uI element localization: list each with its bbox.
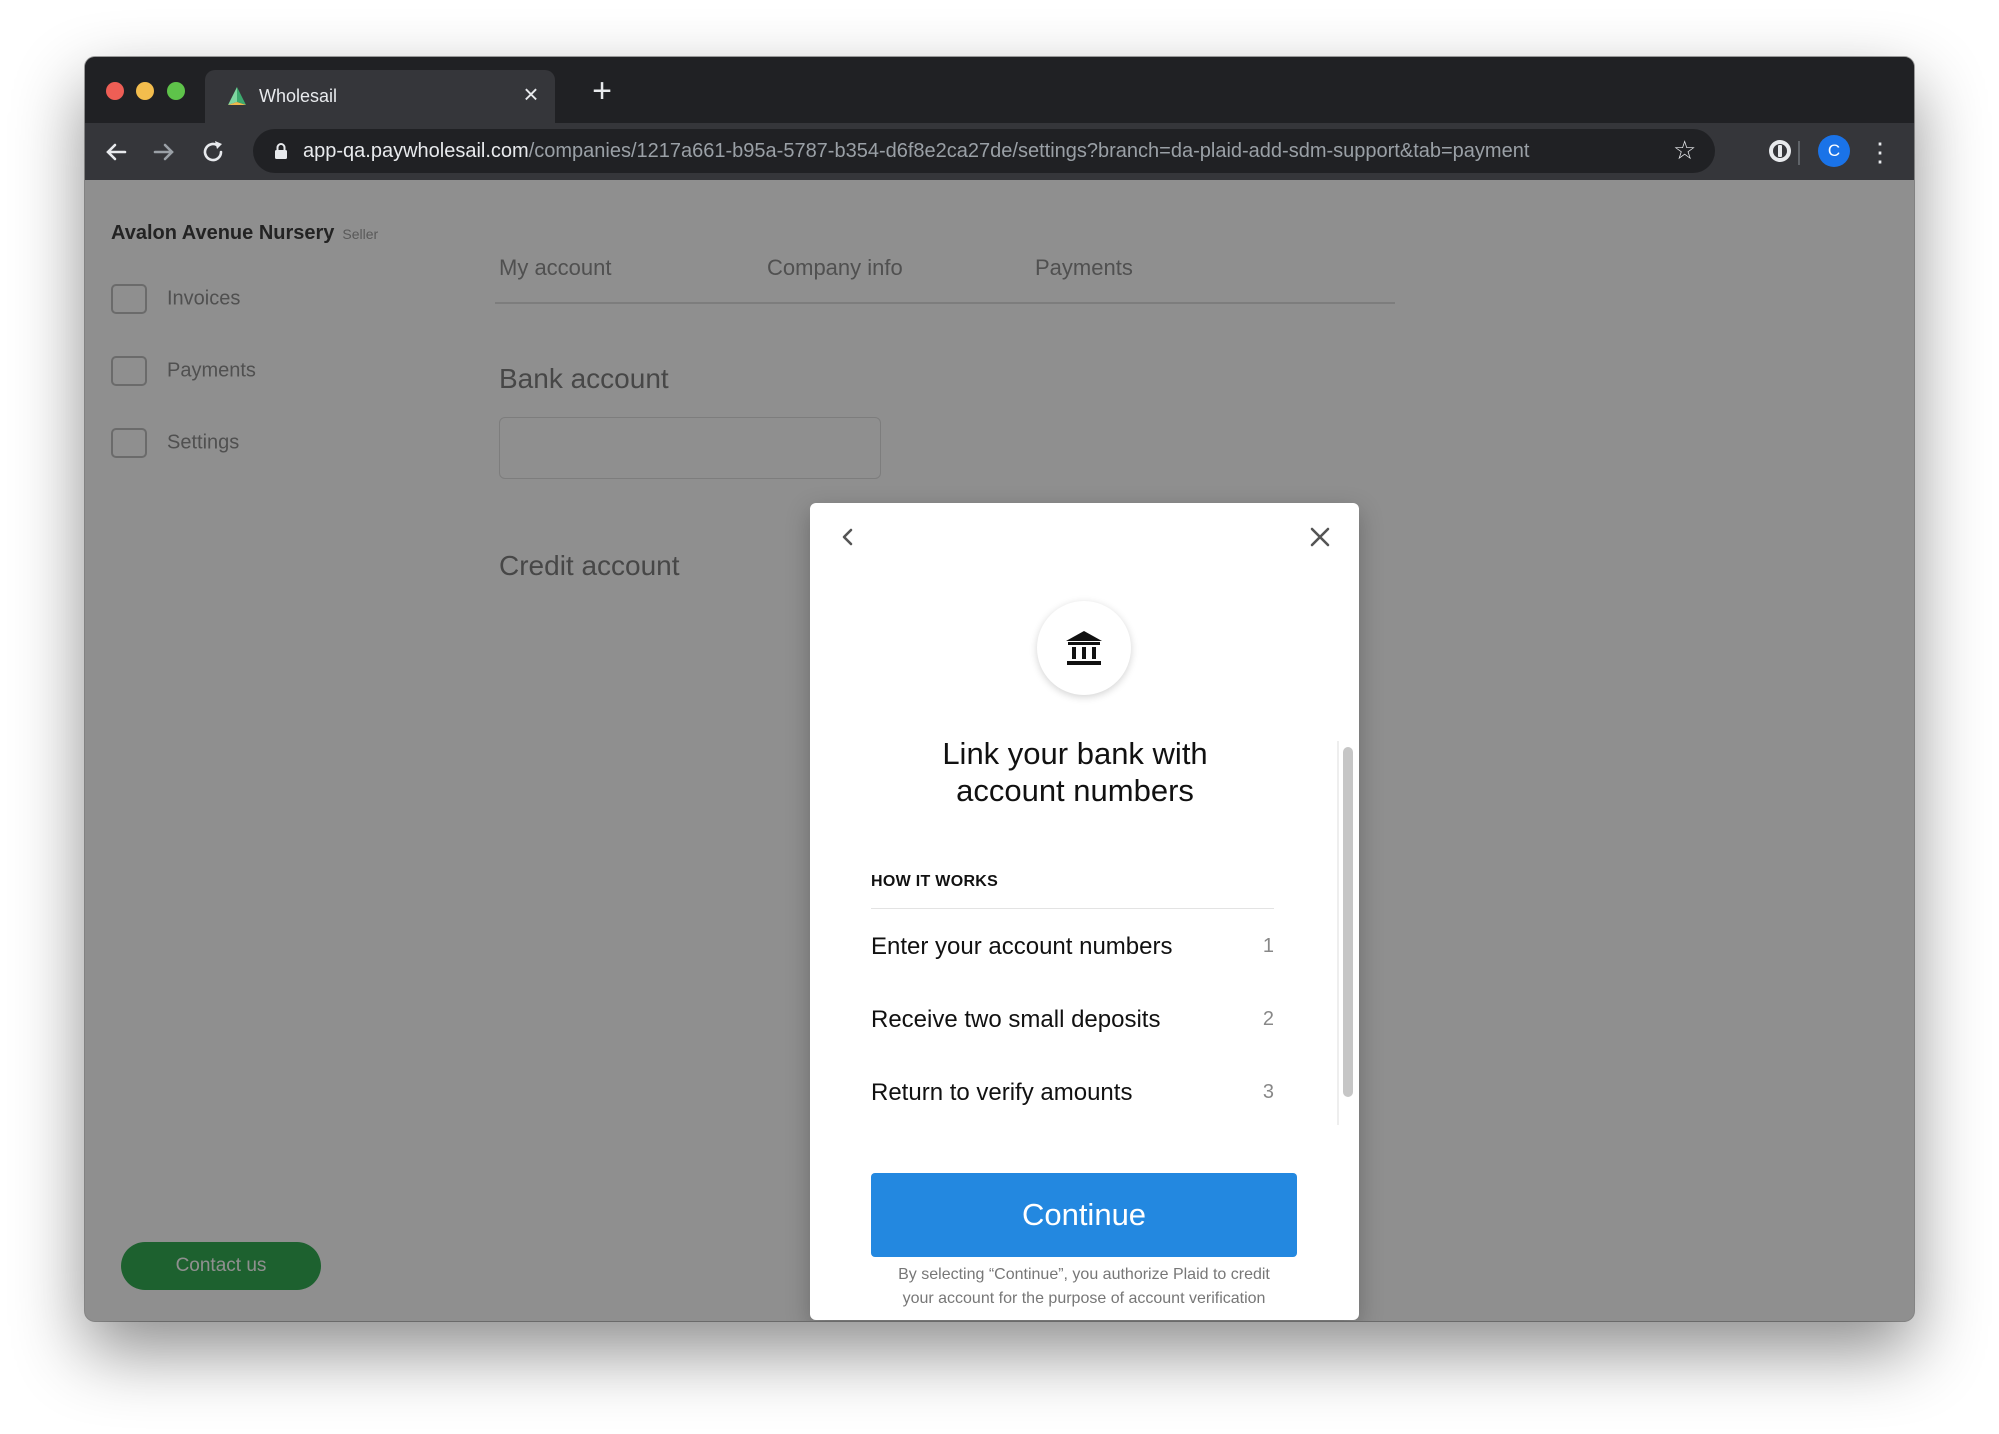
authorization-disclaimer: By selecting “Continue”, you authorize P… — [851, 1263, 1317, 1311]
close-tab-icon[interactable]: × — [519, 81, 543, 107]
new-tab-button[interactable]: + — [588, 74, 616, 108]
step-label: Receive two small deposits — [871, 1006, 1161, 1033]
tab-title: Wholesail — [259, 86, 338, 106]
address-bar[interactable]: app-qa.paywholesail.com/companies/1217a6… — [253, 129, 1715, 173]
tab-wholesail[interactable]: Wholesail × — [205, 70, 555, 123]
scrollbar-track — [1337, 741, 1339, 1125]
list-item: Receive two small deposits 2 — [871, 1006, 1274, 1042]
step-number: 2 — [1262, 1008, 1274, 1030]
list-item: Enter your account numbers 1 — [871, 933, 1274, 969]
close-icon[interactable] — [1306, 523, 1334, 551]
continue-button[interactable]: Continue — [871, 1173, 1297, 1257]
how-it-works-heading: HOW IT WORKS — [871, 873, 999, 890]
modal-title: Link your bank with account numbers — [870, 735, 1280, 809]
profile-avatar[interactable]: C — [1818, 135, 1850, 167]
scrollbar-thumb[interactable] — [1343, 747, 1353, 1097]
password-manager-icon[interactable] — [1765, 136, 1795, 166]
plaid-link-modal: Link your bank with account numbers HOW … — [810, 503, 1359, 1320]
lock-icon — [275, 143, 287, 159]
browser-menu-icon[interactable]: ⋮ — [1867, 137, 1893, 167]
disclaimer-line-1: By selecting “Continue”, you authorize P… — [898, 1266, 1270, 1283]
how-it-works-divider — [871, 908, 1274, 909]
back-arrow-icon[interactable] — [101, 137, 131, 167]
url-text: app-qa.paywholesail.com/companies/1217a6… — [303, 140, 1529, 163]
url-host: app-qa.paywholesail.com — [303, 140, 529, 162]
minimize-window-button[interactable] — [136, 82, 154, 100]
close-window-button[interactable] — [106, 82, 124, 100]
modal-title-line-1: Link your bank with — [942, 736, 1208, 771]
page-viewport: Avalon Avenue Nursery Seller Invoices Pay… — [85, 180, 1914, 1321]
disclaimer-line-2: your account for the purpose of account … — [902, 1290, 1266, 1307]
modal-title-line-2: account numbers — [956, 773, 1194, 808]
list-item: Return to verify amounts 3 — [871, 1079, 1274, 1115]
wholesail-logo-icon — [228, 87, 246, 105]
step-number: 1 — [1262, 935, 1274, 957]
step-number: 3 — [1262, 1081, 1274, 1103]
forward-arrow-icon[interactable] — [149, 137, 179, 167]
toolbar-separator — [1798, 141, 1800, 165]
tab-bar: Wholesail × + — [85, 57, 1914, 123]
bank-icon-badge — [1037, 601, 1131, 695]
step-label: Return to verify amounts — [871, 1079, 1133, 1106]
reload-icon[interactable] — [198, 137, 228, 167]
browser-toolbar: app-qa.paywholesail.com/companies/1217a6… — [85, 123, 1914, 180]
bookmark-star-icon[interactable]: ☆ — [1673, 137, 1699, 163]
bank-icon — [1066, 631, 1102, 665]
step-label: Enter your account numbers — [871, 933, 1173, 960]
url-path: /companies/1217a661-b95a-5787-b354-d6f8e… — [528, 140, 1530, 162]
chevron-left-icon[interactable] — [834, 523, 862, 551]
maximize-window-button[interactable] — [167, 82, 185, 100]
browser-window: Wholesail × + app-qa.paywholesail.com/co… — [85, 57, 1914, 1321]
